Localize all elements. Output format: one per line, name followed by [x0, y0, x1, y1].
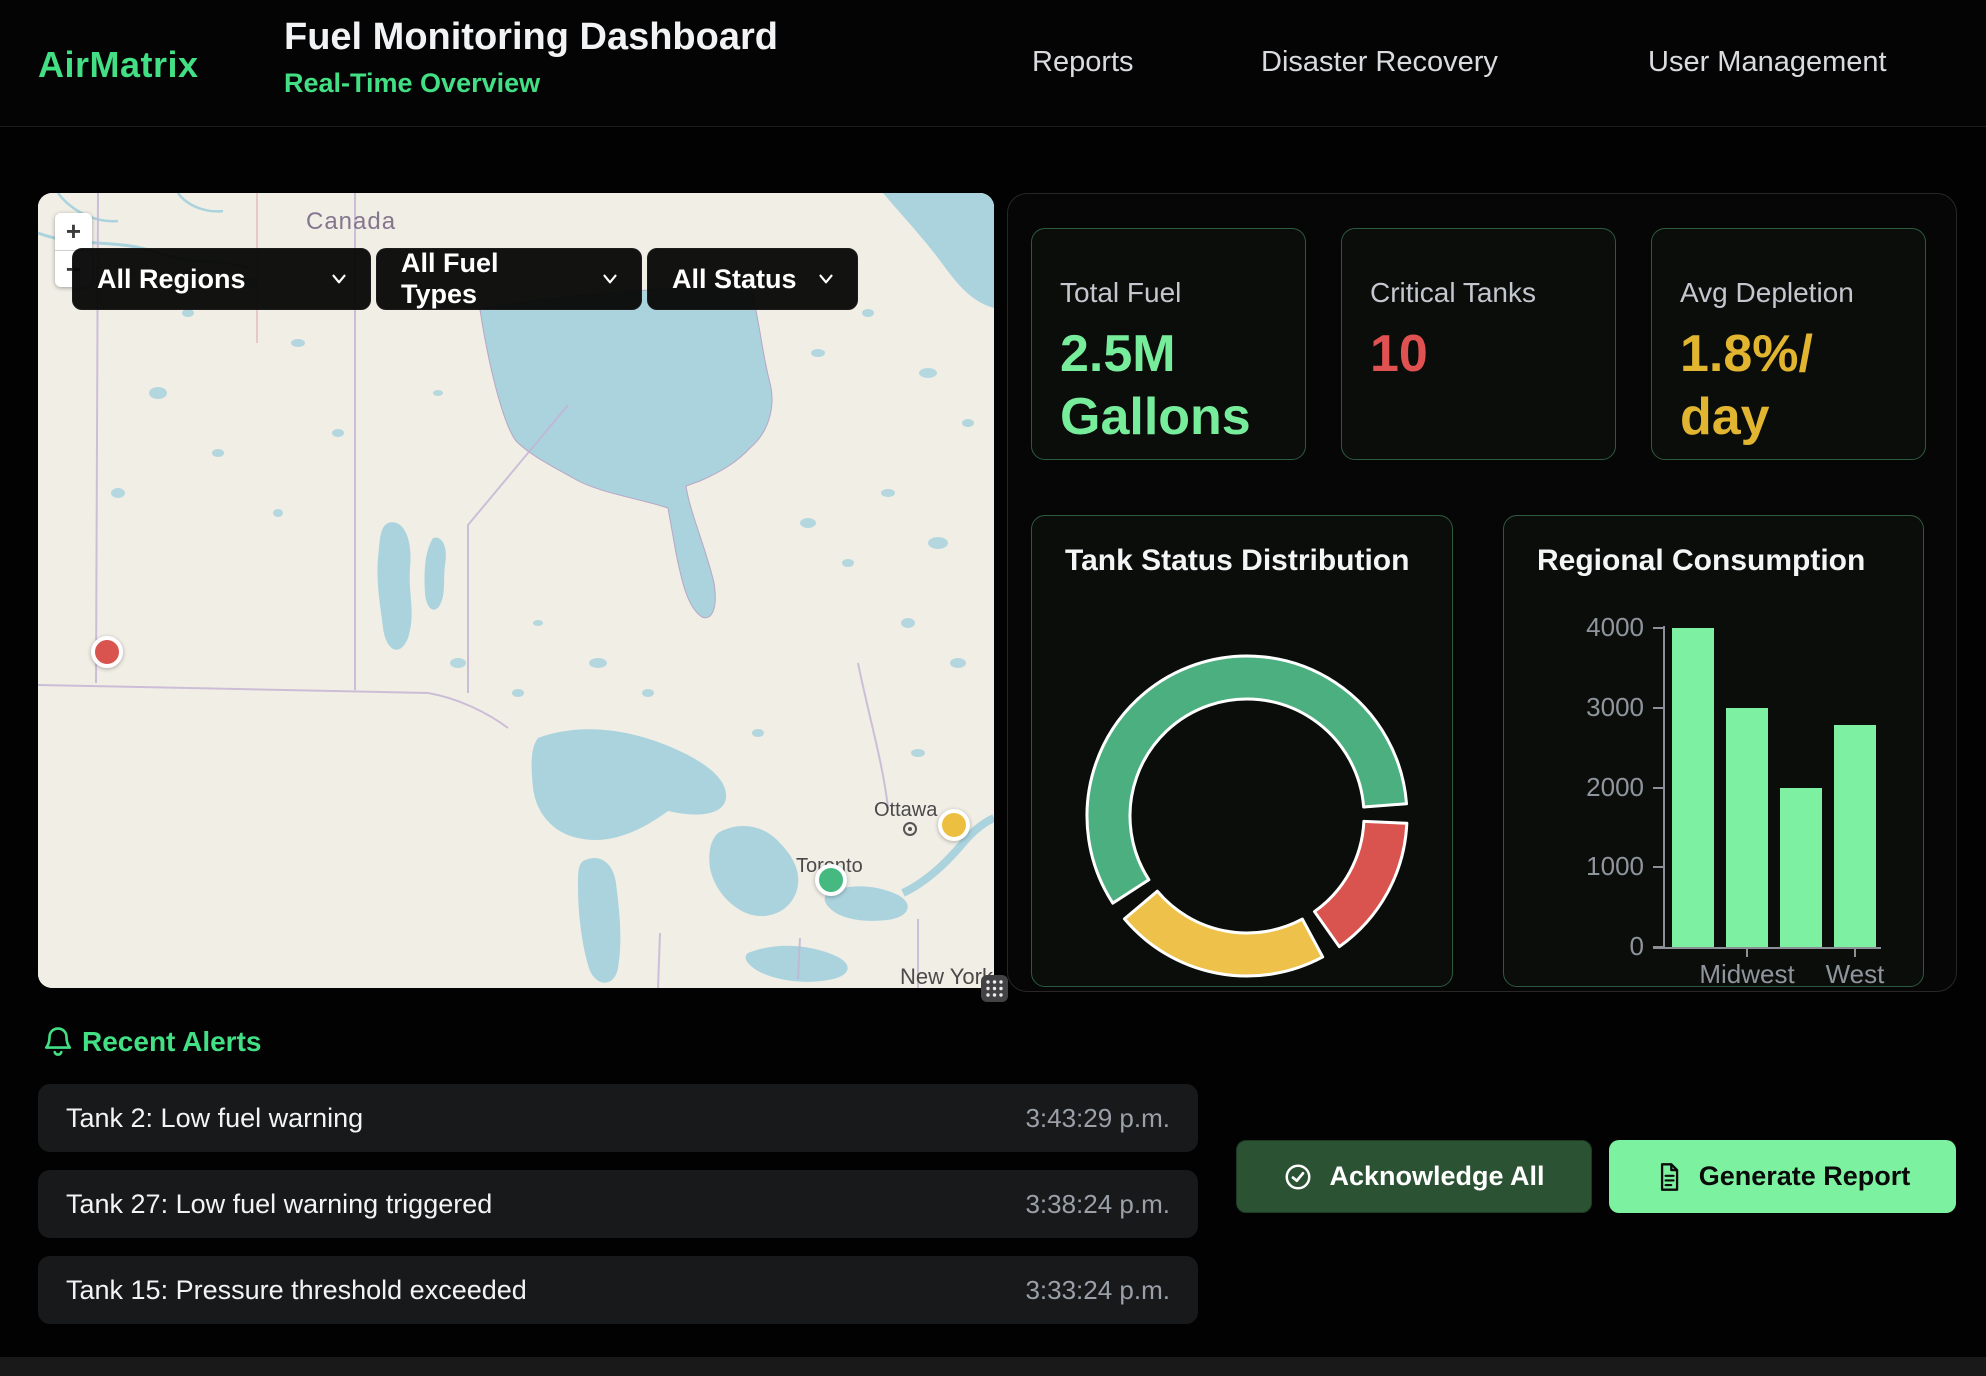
nav-reports[interactable]: Reports	[1032, 46, 1134, 79]
stat-card-critical-tanks: Critical Tanks 10	[1341, 228, 1616, 460]
region-filter-select[interactable]: All Regions	[72, 248, 371, 310]
status-filter-select[interactable]: All Status	[647, 248, 858, 310]
stat-value-total-fuel: 2.5MGallons	[1060, 323, 1279, 450]
generate-report-label: Generate Report	[1699, 1161, 1911, 1192]
y-tick-label: 2000	[1554, 772, 1644, 803]
tank-marker-warning[interactable]	[938, 809, 970, 841]
status-filter-value: All Status	[672, 264, 797, 295]
chevron-down-icon	[328, 268, 350, 290]
fuel-type-filter-select[interactable]: All Fuel Types	[376, 248, 642, 310]
alert-row[interactable]: Tank 15: Pressure threshold exceeded 3:3…	[38, 1256, 1198, 1324]
acknowledge-all-button[interactable]: Acknowledge All	[1236, 1140, 1592, 1213]
dashboard-page: AirMatrix Fuel Monitoring Dashboard Real…	[0, 0, 1986, 1376]
map-label-ottawa: Ottawa	[874, 799, 938, 821]
check-circle-icon	[1283, 1162, 1313, 1192]
tank-marker-critical[interactable]	[91, 636, 123, 668]
alert-message: Tank 2: Low fuel warning	[66, 1103, 363, 1134]
stat-value-avg-depletion: 1.8%/day	[1680, 323, 1899, 450]
alert-row[interactable]: Tank 2: Low fuel warning 3:43:29 p.m.	[38, 1084, 1198, 1152]
alert-timestamp: 3:38:24 p.m.	[1025, 1189, 1170, 1220]
map-label-new-york: New York	[900, 964, 994, 988]
page-title: Fuel Monitoring Dashboard	[284, 16, 778, 59]
alerts-section-title: Recent Alerts	[82, 1026, 261, 1058]
brand-logo[interactable]: AirMatrix	[38, 44, 199, 86]
stat-value-critical-tanks: 10	[1370, 323, 1589, 386]
bottom-strip	[0, 1357, 1986, 1376]
y-tick-label: 0	[1554, 931, 1644, 962]
grip-dots-icon	[985, 979, 1004, 998]
alert-message: Tank 15: Pressure threshold exceeded	[66, 1275, 527, 1306]
tank-marker-normal[interactable]	[815, 864, 847, 896]
y-tick-label: 1000	[1554, 851, 1644, 882]
map-label-canada: Canada	[306, 208, 396, 235]
bar	[1726, 708, 1768, 947]
tank-status-card: Tank Status Distribution	[1031, 515, 1453, 987]
alert-timestamp: 3:43:29 p.m.	[1025, 1103, 1170, 1134]
page-subtitle: Real-Time Overview	[284, 68, 540, 99]
nav-user-management[interactable]: User Management	[1648, 46, 1887, 79]
map-canvas: Canada Ottawa Toronto New York	[38, 193, 994, 988]
region-filter-value: All Regions	[97, 264, 246, 295]
app-header: AirMatrix Fuel Monitoring Dashboard Real…	[0, 0, 1986, 127]
y-tick-label: 3000	[1554, 692, 1644, 723]
stat-card-avg-depletion: Avg Depletion 1.8%/day	[1651, 228, 1926, 460]
chevron-down-icon	[599, 268, 621, 290]
donut-segment-warning-yellow	[1124, 891, 1322, 976]
regional-consumption-card: Regional Consumption 01000200030004000Mi…	[1503, 515, 1924, 987]
tank-status-donut-chart	[1032, 516, 1452, 986]
nav-disaster-recovery[interactable]: Disaster Recovery	[1261, 46, 1498, 79]
donut-segment-critical-red	[1314, 821, 1406, 946]
fuel-type-filter-value: All Fuel Types	[401, 248, 581, 310]
metrics-panel: Total Fuel 2.5MGallons Critical Tanks 10…	[1007, 193, 1957, 992]
stat-label: Avg Depletion	[1680, 277, 1899, 309]
generate-report-button[interactable]: Generate Report	[1609, 1140, 1956, 1213]
chevron-down-icon	[815, 268, 837, 290]
bell-icon	[42, 1026, 74, 1060]
report-document-icon	[1655, 1162, 1683, 1192]
bar	[1780, 788, 1822, 948]
stat-label: Critical Tanks	[1370, 277, 1589, 309]
resize-drag-handle[interactable]	[981, 975, 1008, 1002]
stat-label: Total Fuel	[1060, 277, 1279, 309]
alert-row[interactable]: Tank 27: Low fuel warning triggered 3:38…	[38, 1170, 1198, 1238]
map[interactable]: Canada Ottawa Toronto New York + − All R…	[38, 193, 994, 988]
zoom-in-button[interactable]: +	[55, 213, 92, 250]
bar	[1834, 725, 1876, 947]
alert-message: Tank 27: Low fuel warning triggered	[66, 1189, 492, 1220]
stat-card-total-fuel: Total Fuel 2.5MGallons	[1031, 228, 1306, 460]
map-filters: All Regions All Fuel Types All Status	[72, 248, 858, 310]
alert-timestamp: 3:33:24 p.m.	[1025, 1275, 1170, 1306]
acknowledge-all-label: Acknowledge All	[1329, 1161, 1544, 1192]
y-tick-label: 4000	[1554, 612, 1644, 643]
regional-consumption-bar-chart: 01000200030004000MidwestWest	[1504, 516, 1923, 986]
x-tick-label: West	[1785, 959, 1925, 990]
bar	[1672, 628, 1714, 947]
